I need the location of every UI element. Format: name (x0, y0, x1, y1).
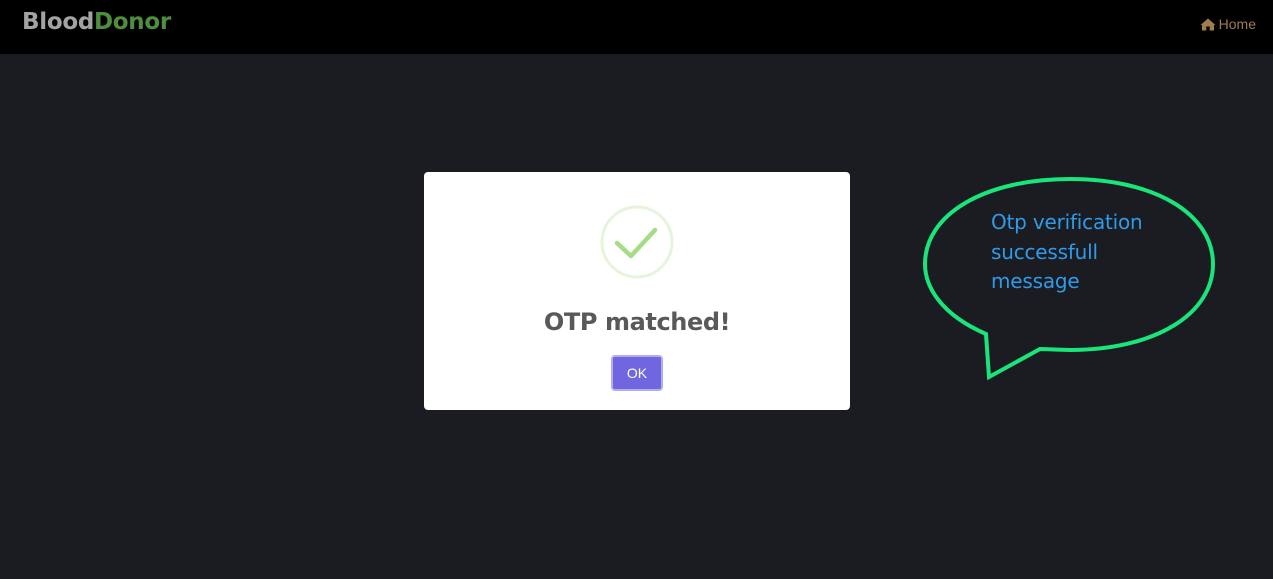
ok-button[interactable]: OK (611, 355, 663, 391)
otp-success-dialog: OTP matched! OK (424, 172, 850, 410)
callout-line-2: successfull (991, 239, 1098, 264)
callout-text: Otp verification successfull message (991, 208, 1181, 297)
home-link[interactable]: Home (1200, 16, 1256, 32)
brand-logo[interactable]: BloodDonor (22, 9, 171, 35)
callout-line-1: Otp verification (991, 210, 1143, 234)
navbar: BloodDonor Home (0, 0, 1273, 54)
home-label: Home (1218, 16, 1256, 32)
brand-donor: Donor (93, 9, 171, 35)
home-icon (1200, 18, 1216, 31)
success-check-icon (600, 205, 674, 279)
brand-blood: Blood (22, 9, 94, 35)
callout-line-3: message (991, 269, 1080, 293)
dialog-title: OTP matched! (543, 308, 731, 336)
